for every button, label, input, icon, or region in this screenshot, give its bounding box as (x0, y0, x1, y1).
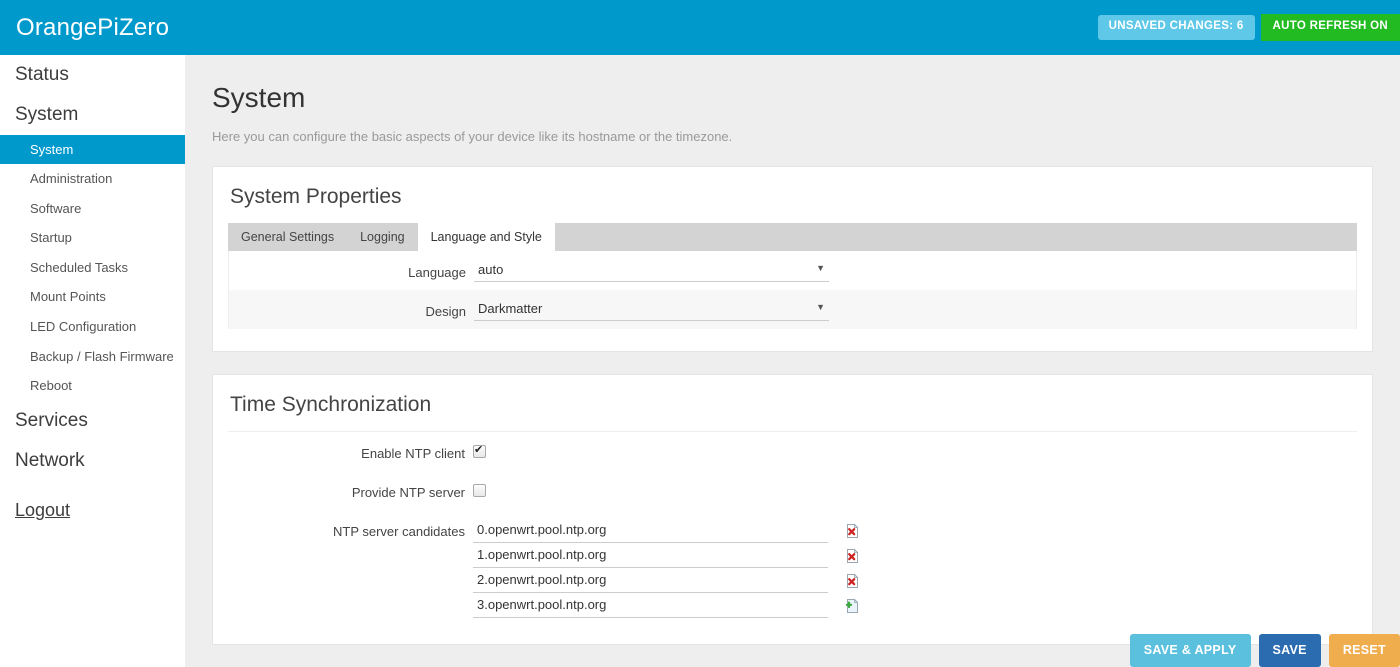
design-select-value: Darkmatter (478, 301, 543, 316)
sidebar-item-status[interactable]: Status (0, 55, 185, 95)
field-row-language: Language auto ▼ (229, 251, 1356, 290)
page-description: Here you can configure the basic aspects… (212, 129, 733, 144)
logout-link[interactable]: Logout (15, 500, 70, 520)
logout-container: Logout (0, 480, 185, 521)
field-row-enable-ntp-client: Enable NTP client (228, 432, 1357, 471)
ntp-server-input-0[interactable] (473, 518, 828, 543)
enable-ntp-client-control (473, 440, 1357, 463)
design-select[interactable]: Darkmatter ▼ (474, 298, 829, 321)
sidebar-item-startup[interactable]: Startup (0, 223, 185, 253)
language-select-value: auto (478, 262, 504, 277)
tab-general-settings[interactable]: General Settings (228, 223, 347, 251)
sidebar-item-led-configuration[interactable]: LED Configuration (0, 312, 185, 342)
unsaved-changes-badge[interactable]: UNSAVED CHANGES: 6 (1097, 15, 1255, 40)
page-title: System (212, 82, 306, 113)
sidebar-item-mount-points[interactable]: Mount Points (0, 282, 185, 312)
sidebar-item-network[interactable]: Network (0, 441, 185, 481)
list-item (473, 543, 1357, 568)
system-properties-tabbar: General Settings Logging Language and St… (228, 223, 1357, 251)
tab-language-and-style[interactable]: Language and Style (417, 223, 555, 251)
chevron-down-icon: ▼ (816, 302, 825, 312)
auto-refresh-toggle[interactable]: AUTO REFRESH ON (1260, 14, 1400, 41)
time-synchronization-panel: Time Synchronization Enable NTP client P… (212, 374, 1373, 645)
ntp-server-input-3[interactable] (473, 593, 828, 618)
language-label: Language (408, 265, 466, 280)
list-item (473, 568, 1357, 593)
time-sync-fields: Enable NTP client Provide NTP server NTP… (228, 432, 1357, 626)
top-header-bar: OrangePiZero UNSAVED CHANGES: 6 AUTO REF… (0, 0, 1400, 55)
sidebar-item-reboot[interactable]: Reboot (0, 371, 185, 401)
form-action-buttons: SAVE & APPLY SAVE RESET (1129, 634, 1400, 667)
list-item (473, 518, 1357, 543)
save-apply-button[interactable]: SAVE & APPLY (1129, 634, 1251, 667)
ntp-server-candidates-label: NTP server candidates (333, 524, 465, 539)
enable-ntp-client-label: Enable NTP client (361, 446, 465, 461)
chevron-down-icon: ▼ (816, 263, 825, 273)
system-properties-title: System Properties (230, 185, 402, 208)
reset-button[interactable]: RESET (1328, 634, 1400, 667)
sidebar-item-services[interactable]: Services (0, 401, 185, 441)
language-style-fields: Language auto ▼ Design Darkmatter ▼ (228, 251, 1357, 329)
field-row-ntp-server-candidates: NTP server candidates (228, 510, 1357, 626)
field-row-design: Design Darkmatter ▼ (229, 290, 1356, 329)
enable-ntp-client-checkbox[interactable] (473, 443, 486, 458)
sidebar-item-system-sub[interactable]: System (0, 134, 185, 165)
language-select[interactable]: auto ▼ (474, 259, 829, 282)
remove-icon[interactable] (845, 573, 861, 589)
provide-ntp-server-control (473, 479, 1357, 502)
design-label: Design (425, 304, 466, 319)
add-icon[interactable] (845, 598, 861, 614)
remove-icon[interactable] (845, 523, 861, 539)
remove-icon[interactable] (845, 548, 861, 564)
list-item (473, 593, 1357, 618)
sidebar-item-system[interactable]: System (0, 95, 185, 135)
sidebar-item-administration[interactable]: Administration (0, 164, 185, 194)
ntp-server-input-1[interactable] (473, 543, 828, 568)
provide-ntp-server-checkbox[interactable] (473, 484, 486, 497)
design-control: Darkmatter ▼ (474, 298, 1356, 321)
ntp-server-candidates-control (473, 518, 1357, 618)
ntp-candidates-list (473, 518, 1357, 618)
provide-ntp-server-label: Provide NTP server (351, 485, 465, 500)
sidebar-item-software[interactable]: Software (0, 194, 185, 224)
tab-logging[interactable]: Logging (347, 223, 418, 251)
time-synchronization-title: Time Synchronization (230, 393, 432, 416)
sidebar-nav: Status System System Administration Soft… (0, 55, 185, 667)
field-row-provide-ntp-server: Provide NTP server (228, 471, 1357, 510)
system-properties-panel: System Properties General Settings Loggi… (212, 166, 1373, 352)
brand-title: OrangePiZero (16, 13, 170, 41)
sidebar-item-backup-flash-firmware[interactable]: Backup / Flash Firmware (0, 342, 185, 372)
sidebar-item-scheduled-tasks[interactable]: Scheduled Tasks (0, 253, 185, 283)
save-button[interactable]: SAVE (1258, 634, 1321, 667)
ntp-server-input-2[interactable] (473, 568, 828, 593)
header-status-area: UNSAVED CHANGES: 6 AUTO REFRESH ON (1097, 14, 1400, 41)
language-control: auto ▼ (474, 259, 1356, 282)
main-content: System Here you can configure the basic … (185, 55, 1400, 667)
